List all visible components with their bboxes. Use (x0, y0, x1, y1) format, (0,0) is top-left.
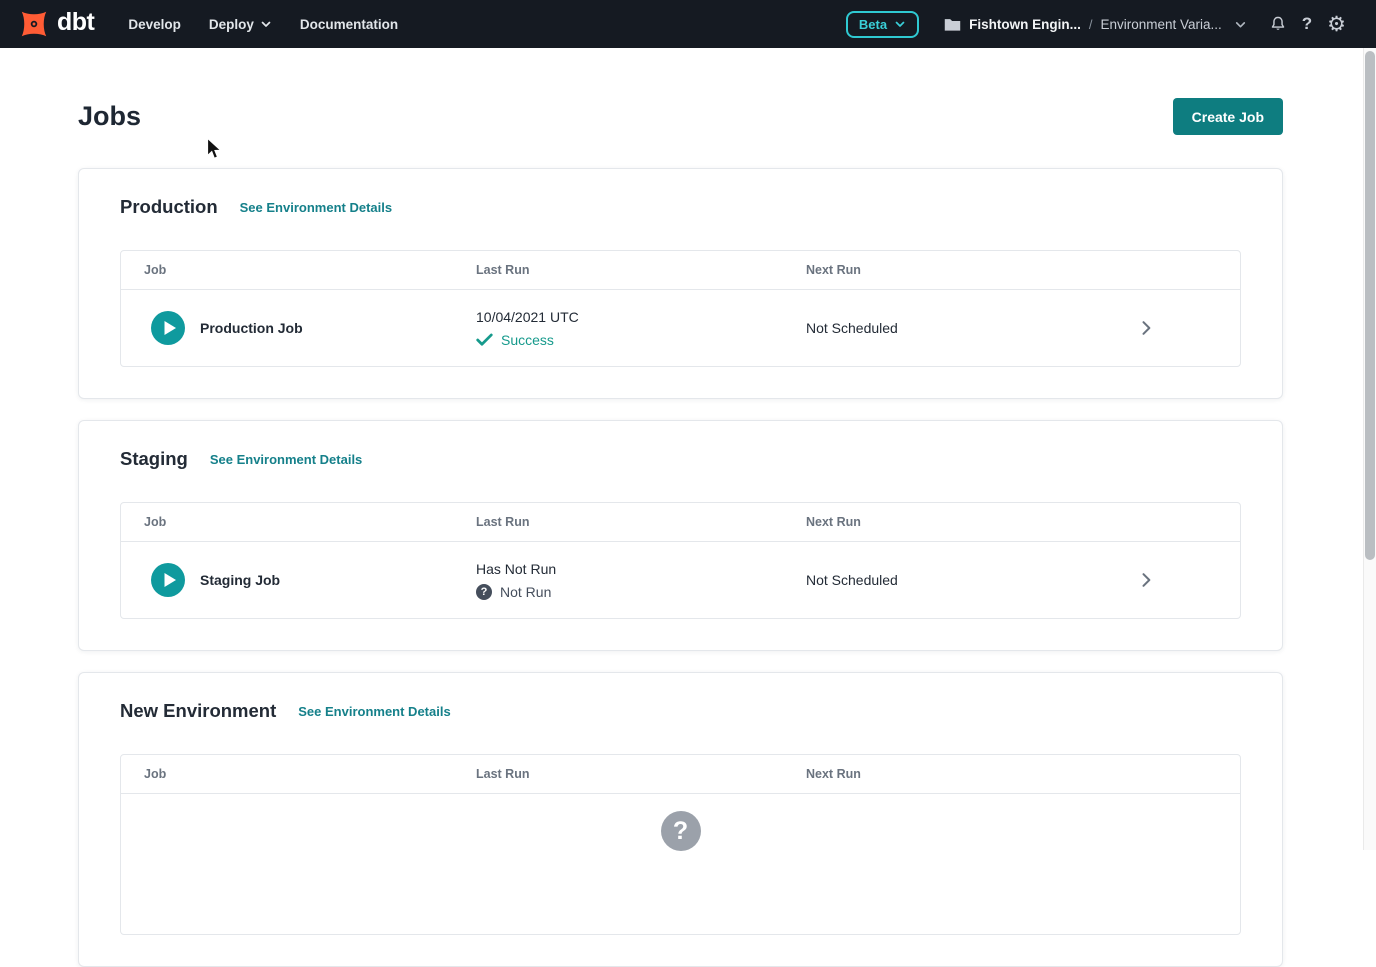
see-environment-details-link[interactable]: See Environment Details (210, 452, 362, 467)
row-chevron-cell (1136, 317, 1240, 339)
column-header-next-run: Next Run (783, 767, 1136, 781)
last-run-cell: Has Not Run ? Not Run (453, 561, 783, 600)
column-header-last-run: Last Run (453, 515, 783, 529)
question-circle-icon: ? (661, 811, 701, 851)
question-circle-icon: ? (476, 584, 492, 600)
chevron-right-icon[interactable] (1136, 569, 1156, 591)
play-icon (151, 563, 185, 597)
status-label: Not Run (500, 584, 551, 600)
see-environment-details-link[interactable]: See Environment Details (240, 200, 392, 215)
environment-card-header: Staging See Environment Details (120, 448, 1241, 470)
last-run-cell: 10/04/2021 UTC Success (453, 309, 783, 348)
primary-nav: Develop Deploy Documentation (128, 17, 398, 32)
environment-name: Production (120, 196, 218, 218)
dbt-logo-icon (16, 6, 52, 42)
nav-item-deploy[interactable]: Deploy (209, 17, 272, 32)
job-row-production[interactable]: Production Job 10/04/2021 UTC Success No… (121, 290, 1240, 366)
environment-card-production: Production See Environment Details Job L… (78, 168, 1283, 399)
column-header-last-run: Last Run (453, 767, 783, 781)
column-header-next-run: Next Run (783, 263, 1136, 277)
see-environment-details-link[interactable]: See Environment Details (298, 704, 450, 719)
column-header-next-run: Next Run (783, 515, 1136, 529)
jobs-table-header: Job Last Run Next Run (121, 755, 1240, 794)
column-header-job: Job (121, 263, 453, 277)
environment-card-staging: Staging See Environment Details Job Last… (78, 420, 1283, 651)
environment-name: New Environment (120, 700, 276, 722)
page-header: Jobs Create Job (78, 98, 1283, 135)
folder-icon (944, 17, 961, 32)
nav-item-label: Documentation (300, 17, 398, 32)
environment-card-header: New Environment See Environment Details (120, 700, 1241, 722)
next-run-cell: Not Scheduled (783, 320, 1136, 336)
jobs-table: Job Last Run Next Run Staging Job Has No… (120, 502, 1241, 619)
environment-card-new-environment: New Environment See Environment Details … (78, 672, 1283, 967)
dbt-logo[interactable]: dbt (16, 6, 94, 42)
chevron-down-icon (894, 18, 906, 30)
create-job-button[interactable]: Create Job (1173, 98, 1283, 135)
page-title: Jobs (78, 101, 141, 132)
nav-item-documentation[interactable]: Documentation (300, 17, 398, 32)
breadcrumb-separator: / (1089, 17, 1093, 32)
next-run-cell: Not Scheduled (783, 572, 1136, 588)
navbar-right: Beta Fishtown Engin... / Environment Var… (846, 11, 1346, 38)
job-cell: Production Job (121, 311, 453, 345)
job-status: Success (476, 332, 783, 348)
check-icon (476, 333, 493, 347)
empty-jobs-state: ? (121, 794, 1240, 934)
chevron-right-icon[interactable] (1136, 317, 1156, 339)
last-run-date: 10/04/2021 UTC (476, 309, 783, 325)
bell-icon[interactable] (1269, 15, 1287, 34)
row-chevron-cell (1136, 569, 1240, 591)
breadcrumb-project: Environment Varia... (1100, 17, 1221, 32)
help-icon[interactable]: ? (1302, 14, 1312, 34)
environment-name: Staging (120, 448, 188, 470)
run-job-button[interactable] (151, 311, 185, 345)
breadcrumb-account: Fishtown Engin... (969, 17, 1081, 32)
jobs-table-header: Job Last Run Next Run (121, 503, 1240, 542)
top-navbar: dbt Develop Deploy Documentation Beta Fi… (0, 0, 1376, 48)
beta-label: Beta (859, 17, 887, 32)
column-header-job: Job (121, 515, 453, 529)
job-name: Production Job (200, 320, 303, 336)
navbar-icon-buttons: ? ⚙ (1269, 14, 1346, 35)
vertical-scrollbar[interactable] (1363, 48, 1376, 850)
nav-item-label: Deploy (209, 17, 254, 32)
job-name: Staging Job (200, 572, 280, 588)
column-header-job: Job (121, 767, 453, 781)
run-job-button[interactable] (151, 563, 185, 597)
jobs-table: Job Last Run Next Run Production Job 10/… (120, 250, 1241, 367)
play-icon (151, 311, 185, 345)
nav-item-label: Develop (128, 17, 181, 32)
job-status: ? Not Run (476, 584, 783, 600)
environment-card-header: Production See Environment Details (120, 196, 1241, 218)
nav-item-develop[interactable]: Develop (128, 17, 181, 32)
account-project-breadcrumb[interactable]: Fishtown Engin... / Environment Varia... (944, 17, 1247, 32)
last-run-date: Has Not Run (476, 561, 783, 577)
jobs-table: Job Last Run Next Run ? (120, 754, 1241, 935)
column-header-last-run: Last Run (453, 263, 783, 277)
main-content: Jobs Create Job Production See Environme… (0, 98, 1376, 967)
scrollbar-thumb[interactable] (1365, 51, 1375, 560)
chevron-down-icon (1234, 18, 1247, 31)
jobs-table-header: Job Last Run Next Run (121, 251, 1240, 290)
chevron-down-icon (260, 18, 272, 30)
job-row-staging[interactable]: Staging Job Has Not Run ? Not Run Not Sc… (121, 542, 1240, 618)
status-label: Success (501, 332, 554, 348)
job-cell: Staging Job (121, 563, 453, 597)
gear-icon[interactable]: ⚙ (1327, 14, 1346, 35)
brand-name: dbt (57, 10, 94, 39)
beta-dropdown-button[interactable]: Beta (846, 11, 919, 38)
